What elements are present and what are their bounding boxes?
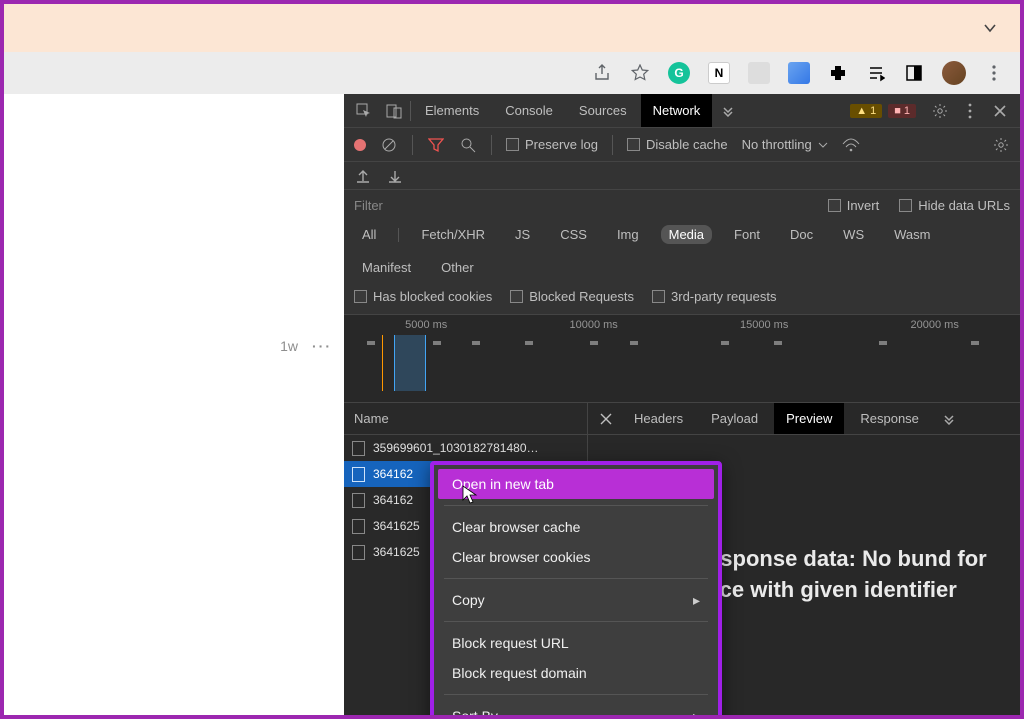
name-column-header[interactable]: Name [344,403,587,435]
type-css[interactable]: CSS [552,225,595,244]
device-icon[interactable] [380,97,408,125]
detail-tab-payload[interactable]: Payload [699,403,770,434]
music-icon[interactable] [866,63,886,83]
reader-icon[interactable] [904,63,924,83]
detail-tab-response[interactable]: Response [848,403,931,434]
timeline-label: 15000 ms [740,319,788,331]
type-img[interactable]: Img [609,225,647,244]
type-js[interactable]: JS [507,225,538,244]
chevron-down-icon[interactable] [982,20,998,36]
detail-tab-preview[interactable]: Preview [774,403,844,434]
blocked-cookies-checkbox[interactable]: Has blocked cookies [354,289,492,304]
network-timeline[interactable]: 5000 ms 10000 ms 15000 ms 20000 ms [344,315,1020,403]
extension-grammarly-icon[interactable]: G [668,62,690,84]
ctx-open-new-tab[interactable]: Open in new tab [438,469,714,499]
clear-icon[interactable] [380,136,398,154]
filter-input[interactable]: Filter [354,198,383,213]
type-ws[interactable]: WS [835,225,872,244]
star-icon[interactable] [630,63,650,83]
type-other[interactable]: Other [433,258,482,277]
tab-network[interactable]: Network [641,94,713,127]
errors-badge[interactable]: ■ 1 [888,104,916,118]
type-wasm[interactable]: Wasm [886,225,938,244]
third-party-checkbox[interactable]: 3rd-party requests [652,289,777,304]
network-conditions-icon[interactable] [842,136,860,154]
detail-tab-headers[interactable]: Headers [622,403,695,434]
ctx-clear-cookies[interactable]: Clear browser cookies [434,542,718,572]
ctx-copy[interactable]: Copy▸ [434,585,718,615]
download-har-icon[interactable] [386,167,404,185]
post-age: 1w [280,338,298,354]
ctx-block-url[interactable]: Block request URL [434,628,718,658]
ctx-sort-by[interactable]: Sort By▸ [434,701,718,715]
menu-dots-icon[interactable] [984,63,1004,83]
tab-elements[interactable]: Elements [413,94,491,127]
tab-sources[interactable]: Sources [567,94,639,127]
webpage-area: 1w ··· [4,94,344,715]
extensions-puzzle-icon[interactable] [828,63,848,83]
close-detail-icon[interactable] [594,413,618,425]
profile-avatar[interactable] [942,61,966,85]
context-menu: Open in new tab Clear browser cache Clea… [430,461,722,715]
more-tabs-icon[interactable] [714,97,742,125]
preserve-log-checkbox[interactable]: Preserve log [506,137,598,152]
extension-blue-icon[interactable] [788,62,810,84]
warnings-badge[interactable]: ▲ 1 [850,104,882,118]
post-menu-dots-icon[interactable]: ··· [312,338,332,354]
invert-checkbox[interactable]: Invert [828,198,880,213]
disable-cache-checkbox[interactable]: Disable cache [627,137,728,152]
network-settings-gear-icon[interactable] [992,136,1010,154]
type-manifest[interactable]: Manifest [354,258,419,277]
type-media[interactable]: Media [661,225,712,244]
upload-har-icon[interactable] [354,167,372,185]
request-row[interactable]: 359699601_1030182781480… [344,435,587,461]
share-icon[interactable] [592,63,612,83]
type-all[interactable]: All [354,225,384,244]
close-devtools-icon[interactable] [986,97,1014,125]
throttling-select[interactable]: No throttling [742,137,828,152]
devtools-menu-icon[interactable] [956,97,984,125]
search-icon[interactable] [459,136,477,154]
tab-console[interactable]: Console [493,94,565,127]
browser-toolbar: G N [4,52,1020,94]
devtools-panel: Elements Console Sources Network ▲ 1 ■ 1 [344,94,1020,715]
settings-gear-icon[interactable] [926,97,954,125]
timeline-label: 20000 ms [911,319,959,331]
hide-data-urls-checkbox[interactable]: Hide data URLs [899,198,1010,213]
type-fetch[interactable]: Fetch/XHR [413,225,493,244]
filter-funnel-icon[interactable] [427,136,445,154]
browser-notification-bar [4,4,1020,52]
more-detail-tabs-icon[interactable] [935,405,963,433]
inspect-icon[interactable] [350,97,378,125]
ctx-block-domain[interactable]: Block request domain [434,658,718,688]
blocked-requests-checkbox[interactable]: Blocked Requests [510,289,634,304]
type-doc[interactable]: Doc [782,225,821,244]
type-font[interactable]: Font [726,225,768,244]
timeline-label: 5000 ms [405,319,447,331]
record-button[interactable] [354,139,366,151]
timeline-label: 10000 ms [570,319,618,331]
extension-notion-icon[interactable]: N [708,62,730,84]
extension-generic-icon[interactable] [748,62,770,84]
ctx-clear-cache[interactable]: Clear browser cache [434,512,718,542]
